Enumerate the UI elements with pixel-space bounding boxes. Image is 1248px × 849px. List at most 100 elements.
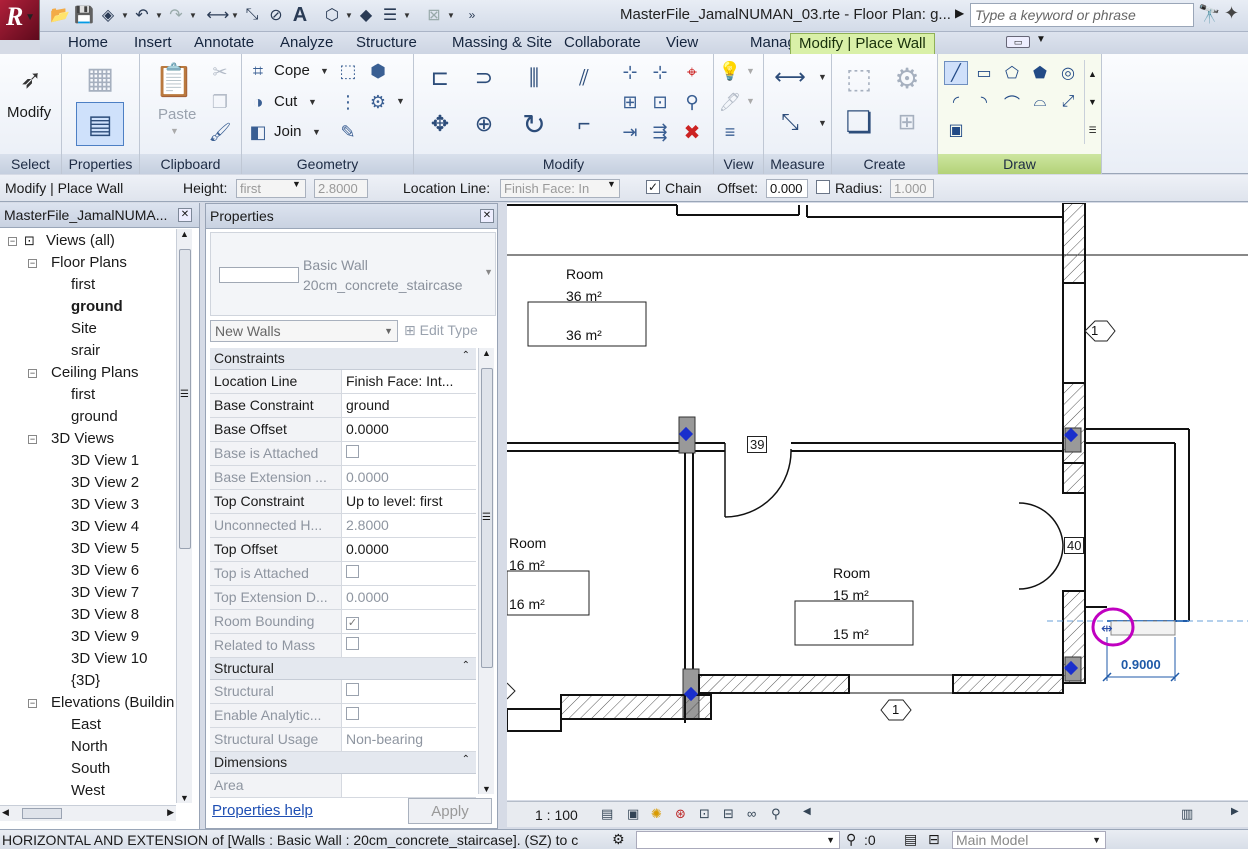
section-icon[interactable]: ◆ (354, 4, 378, 26)
browser-item[interactable]: 3D View 10 (71, 650, 147, 667)
property-checkbox[interactable] (346, 445, 359, 458)
split-icon[interactable]: ⊹ (618, 60, 642, 84)
draw-panel-title[interactable]: Draw (938, 154, 1101, 174)
section-marker[interactable] (1084, 320, 1116, 342)
show-crop-icon[interactable]: ⊟ (723, 806, 734, 822)
browser-item[interactable]: 3D View 1 (71, 452, 139, 469)
scroll-up-icon[interactable]: ▲ (177, 229, 192, 239)
tangent-arc-icon[interactable]: ⌒ (1000, 90, 1024, 114)
property-checkbox[interactable] (346, 707, 359, 720)
cope-icon[interactable]: ⌗ (246, 59, 270, 83)
align-icon[interactable]: ⊏ (420, 60, 460, 96)
chevron-down-icon[interactable]: ▼ (154, 11, 164, 20)
open-icon[interactable]: 📂 (48, 4, 72, 26)
chevron-down-icon[interactable]: ▼ (312, 127, 321, 137)
chevron-down-icon[interactable]: ▼ (1092, 835, 1101, 845)
chevron-down-icon[interactable]: ▼ (746, 66, 755, 76)
properties-scrollbar[interactable]: ▲ ☰ ▼ (478, 348, 494, 794)
crop-view-icon[interactable]: ⊡ (699, 806, 710, 822)
measure-icon[interactable]: ⟷ (206, 4, 230, 26)
tab-annotate[interactable]: Annotate (186, 33, 262, 54)
linework-icon[interactable]: ≡ (718, 120, 742, 144)
detail-level-icon[interactable]: ▤ (601, 806, 613, 822)
select-panel-title[interactable]: Select (0, 154, 61, 174)
property-value[interactable]: 0.0000 (342, 418, 476, 441)
override-graphics-icon[interactable]: 🖊 (718, 90, 742, 114)
chevron-down-icon[interactable]: ▼ (402, 11, 412, 20)
delete-icon[interactable]: ✖ (680, 120, 704, 144)
chevron-down-icon[interactable]: ▼ (344, 11, 354, 20)
rectangle-icon[interactable]: ▭ (972, 61, 996, 85)
scroll-grip-icon[interactable]: ▥ (1181, 806, 1193, 822)
offset-icon[interactable]: ⊃ (464, 60, 504, 96)
pin-icon[interactable]: ⚲ (680, 90, 704, 114)
property-checkbox[interactable] (346, 683, 359, 696)
scroll-left-icon[interactable]: ◀ (803, 806, 811, 817)
chevron-down-icon[interactable]: ▼ (607, 179, 616, 189)
workset-dropdown[interactable]: ▼ (636, 831, 840, 849)
create-similar-icon[interactable]: ⬚ (838, 60, 880, 96)
design-options-icon[interactable]: ▤ (904, 831, 917, 848)
drawing-canvas[interactable]: ⇹ Room 36 m² 36 m² Room 16 m² 16 m² Room… (507, 203, 1248, 800)
properties-panel-title[interactable]: Properties (62, 154, 139, 174)
chevron-down-icon[interactable]: ▼ (1036, 34, 1046, 45)
tab-structure[interactable]: Structure (348, 33, 425, 54)
apply-button[interactable]: Apply (408, 798, 492, 824)
chevron-down-icon[interactable]: ▼ (308, 97, 317, 107)
undo-icon[interactable]: ↶ (130, 4, 154, 26)
cut-icon[interactable]: ✂ (208, 60, 232, 84)
save-icon[interactable]: 💾 (72, 4, 96, 26)
geometry-panel-title[interactable]: Geometry (242, 154, 413, 174)
trim-extend-icon[interactable]: ⌐ (564, 104, 604, 144)
tree-collapse-toggle[interactable]: − (28, 369, 37, 378)
property-checkbox[interactable] (346, 565, 359, 578)
chevron-down-icon[interactable]: ▼ (746, 96, 755, 106)
browser-item[interactable]: Elevations (Buildin (51, 694, 174, 711)
chevron-down-icon[interactable]: ▼ (826, 835, 835, 845)
close-hidden-icon[interactable]: ⊠ (422, 4, 446, 26)
modify-cursor-icon[interactable]: ➶ (14, 62, 48, 96)
tab-insert[interactable]: Insert (126, 33, 180, 54)
chevron-down-icon[interactable]: ▼ (292, 179, 301, 189)
properties-section-header[interactable]: Constraints ⌃ (210, 348, 476, 370)
match-type-icon[interactable]: 🖌 (208, 120, 232, 144)
edit-type-button[interactable]: ⊞ Edit Type (404, 322, 478, 339)
measure-panel-title[interactable]: Measure (764, 154, 831, 174)
mirror-axis-icon[interactable]: ⫼ (514, 60, 554, 96)
browser-item[interactable]: 3D View 5 (71, 540, 139, 557)
worksets-icon[interactable]: ⚙ (612, 831, 625, 848)
wall-joins-icon[interactable]: ⬚ (336, 59, 360, 83)
chevron-down-icon[interactable]: ▼ (818, 72, 827, 82)
tree-collapse-toggle[interactable]: − (28, 435, 37, 444)
collapse-icon[interactable]: ⌃ (462, 754, 470, 765)
trim-single-icon[interactable]: ⇥ (618, 120, 642, 144)
copy-icon[interactable]: ❐ (208, 90, 232, 114)
chevron-down-icon[interactable]: ▼ (818, 118, 827, 128)
split-gap-icon[interactable]: ⊹ (648, 60, 672, 84)
radius-field[interactable]: 1.000 (890, 179, 934, 198)
door-39[interactable] (724, 443, 792, 518)
collapse-icon[interactable]: ⌃ (462, 350, 470, 361)
text-icon[interactable]: A (288, 4, 312, 26)
hide-bulb-icon[interactable]: 💡 (718, 59, 742, 83)
ribbon-minimize-button[interactable]: ▭ (1006, 36, 1030, 48)
draw-gallery-scroll[interactable]: ▲ ▼ ☰ (1084, 60, 1100, 144)
browser-item[interactable]: Site (71, 320, 97, 337)
demolish-icon[interactable]: ⚙ (366, 90, 390, 114)
location-line-dropdown[interactable]: Finish Face: In (500, 179, 620, 198)
sync-icon[interactable]: ◈ (96, 4, 120, 26)
browser-item[interactable]: West (71, 782, 105, 799)
scale-icon[interactable]: ⊡ (648, 90, 672, 114)
join-label[interactable]: Join (274, 123, 302, 140)
rotate-icon[interactable]: ↻ (514, 104, 554, 144)
chevron-down-icon[interactable]: ▼ (170, 126, 179, 136)
redo-icon[interactable]: ↷ (164, 4, 188, 26)
move-icon[interactable]: ✥ (420, 104, 460, 144)
browser-item[interactable]: Views (all) (46, 232, 115, 249)
edit-profile-icon[interactable]: ✎ (336, 120, 360, 144)
favorites-icon[interactable]: ✦ (1224, 3, 1239, 24)
browser-item[interactable]: North (71, 738, 108, 755)
modify-panel-title[interactable]: Modify (414, 154, 713, 174)
wall-right[interactable] (1062, 203, 1086, 684)
property-value[interactable]: 0.0000 (342, 538, 476, 561)
